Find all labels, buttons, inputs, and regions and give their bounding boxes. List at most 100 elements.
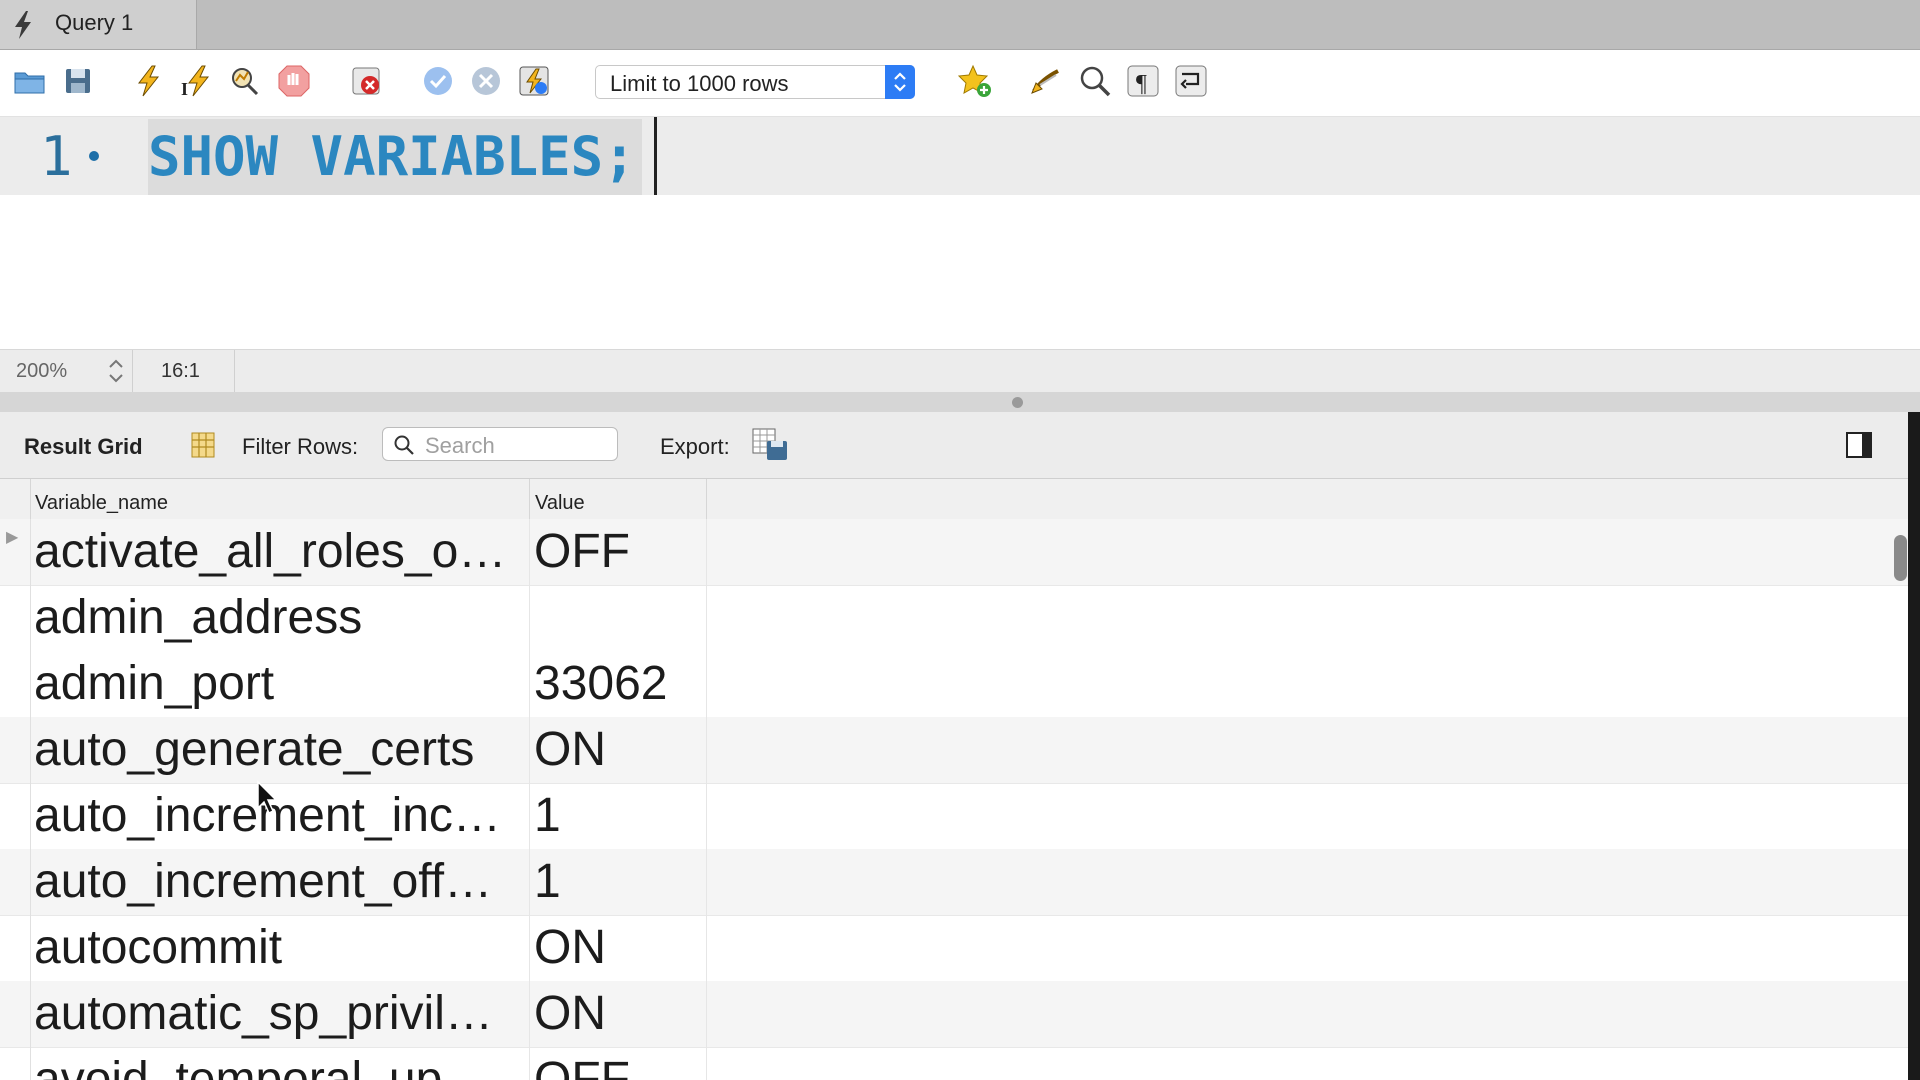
find-icon[interactable] [1077,63,1113,99]
export-label: Export: [660,434,730,459]
result-toolbar: Result Grid Filter Rows: Search Export: [0,412,1920,479]
zoom-control[interactable]: 200% [0,350,133,392]
explain-icon[interactable] [226,63,262,99]
cell-variable-name[interactable]: autocommit [30,915,530,981]
table-row[interactable]: admin_port 33062 [0,651,1908,718]
cell-value[interactable]: ON [530,981,707,1047]
grid-view-icon[interactable] [190,431,216,459]
cell-variable-name[interactable]: admin_port [30,651,530,717]
table-row[interactable]: auto_increment_inc… 1 [0,783,1908,850]
line-number: 1 [40,125,73,188]
row-gutter[interactable] [0,981,31,1047]
open-file-icon[interactable] [12,63,48,99]
cursor-position: 16:1 [133,350,235,392]
chevron-up-down-icon [885,65,915,99]
row-gutter[interactable] [0,717,31,783]
cell-text: ON [534,921,606,974]
table-row[interactable]: avoid_temporal_up… OFF [0,1047,1908,1080]
cell-value[interactable]: OFF [530,1047,707,1080]
cell-text: avoid_temporal_up… [34,1053,491,1080]
invisible-chars-icon[interactable]: ¶ [1125,63,1161,99]
toggle-side-panel-icon[interactable] [1845,431,1873,459]
column-header-label: Value [535,492,585,514]
wrap-lines-icon[interactable] [1173,63,1209,99]
add-snippet-icon[interactable] [957,63,993,99]
mouse-pointer-icon [257,780,278,815]
limit-rows-value: Limit to 1000 rows [610,71,789,96]
cell-text: OFF [534,1053,630,1080]
beautify-icon[interactable] [1028,63,1064,99]
row-gutter[interactable] [0,585,31,651]
result-grid-title: Result Grid [24,434,143,459]
row-gutter[interactable]: ▶ [0,519,31,585]
limit-rows-select[interactable]: Limit to 1000 rows [595,65,915,99]
table-row[interactable]: auto_increment_off… 1 [0,849,1908,916]
tab-query-1[interactable]: Query 1 [0,0,197,49]
cell-text: 1 [534,855,561,908]
sql-editor[interactable]: 1 SHOW VARIABLES; [0,117,1920,349]
cell-text: 33062 [534,657,668,710]
cell-text: autocommit [34,921,283,974]
cell-variable-name[interactable]: admin_address [30,585,530,651]
execute-current-icon[interactable]: I [178,63,214,99]
cell-text: auto_increment_off… [34,855,493,908]
row-gutter[interactable] [0,849,31,915]
execute-icon[interactable] [130,63,166,99]
table-row[interactable]: admin_address [0,585,1908,652]
filter-search-input[interactable]: Search [382,427,618,461]
result-grid[interactable]: Variable_name Value ▶ activate_all_roles… [0,479,1908,1080]
row-gutter[interactable] [0,915,31,981]
cell-value[interactable]: 33062 [530,651,707,717]
commit-icon[interactable] [420,63,456,99]
row-gutter[interactable] [0,783,31,849]
cell-text: ON [534,723,606,776]
stop-icon[interactable] [276,63,312,99]
grid-vertical-scrollbar[interactable] [1894,535,1907,581]
query-tab-bar: Query 1 [0,0,1920,50]
row-gutter[interactable] [0,1047,31,1080]
cell-value[interactable]: OFF [530,519,707,585]
export-icon[interactable] [750,426,790,462]
filter-rows-label: Filter Rows: [242,434,359,459]
table-row[interactable]: ▶ activate_all_roles_o… OFF [0,519,1908,586]
pane-splitter[interactable] [0,392,1920,412]
save-icon[interactable] [60,63,96,99]
cell-text: admin_address [34,591,363,644]
cell-text: activate_all_roles_o… [34,525,507,578]
zoom-level: 200% [16,360,68,382]
table-row[interactable]: autocommit ON [0,915,1908,982]
cell-value[interactable]: ON [530,915,707,981]
current-row-arrow-icon: ▶ [6,529,19,546]
search-icon [394,435,414,455]
sql-statement[interactable]: SHOW VARIABLES; [148,119,642,195]
svg-text:¶: ¶ [1136,71,1147,97]
search-placeholder: Search [425,433,495,458]
cell-variable-name[interactable]: automatic_sp_privil… [30,981,530,1047]
toggle-continue-on-error-icon[interactable] [348,63,384,99]
cell-value[interactable]: 1 [530,783,707,849]
row-gutter[interactable] [0,651,31,717]
autocommit-icon[interactable] [516,63,552,99]
cell-variable-name[interactable]: activate_all_roles_o… [30,519,530,585]
cell-value[interactable] [530,585,707,651]
cell-text: ON [534,987,606,1040]
text-caret [654,117,657,195]
splitter-handle-icon[interactable] [1012,397,1023,408]
cell-variable-name[interactable]: auto_increment_off… [30,849,530,915]
svg-text:I: I [181,79,188,99]
lightning-icon [15,11,31,39]
cell-text: automatic_sp_privil… [34,987,493,1040]
column-header-label: Variable_name [35,492,169,514]
table-row[interactable]: automatic_sp_privil… ON [0,981,1908,1048]
cell-value[interactable]: 1 [530,849,707,915]
cell-value[interactable]: ON [530,717,707,783]
cell-variable-name[interactable]: avoid_temporal_up… [30,1047,530,1080]
table-row[interactable]: auto_generate_certs ON [0,717,1908,784]
cell-text: admin_port [34,657,275,710]
stepper-icon[interactable] [106,356,126,386]
cell-variable-name[interactable]: auto_increment_inc… [30,783,530,849]
rollback-icon[interactable] [468,63,504,99]
cell-text: OFF [534,525,630,578]
cell-variable-name[interactable]: auto_generate_certs [30,717,530,783]
window-edge [1908,412,1920,1080]
